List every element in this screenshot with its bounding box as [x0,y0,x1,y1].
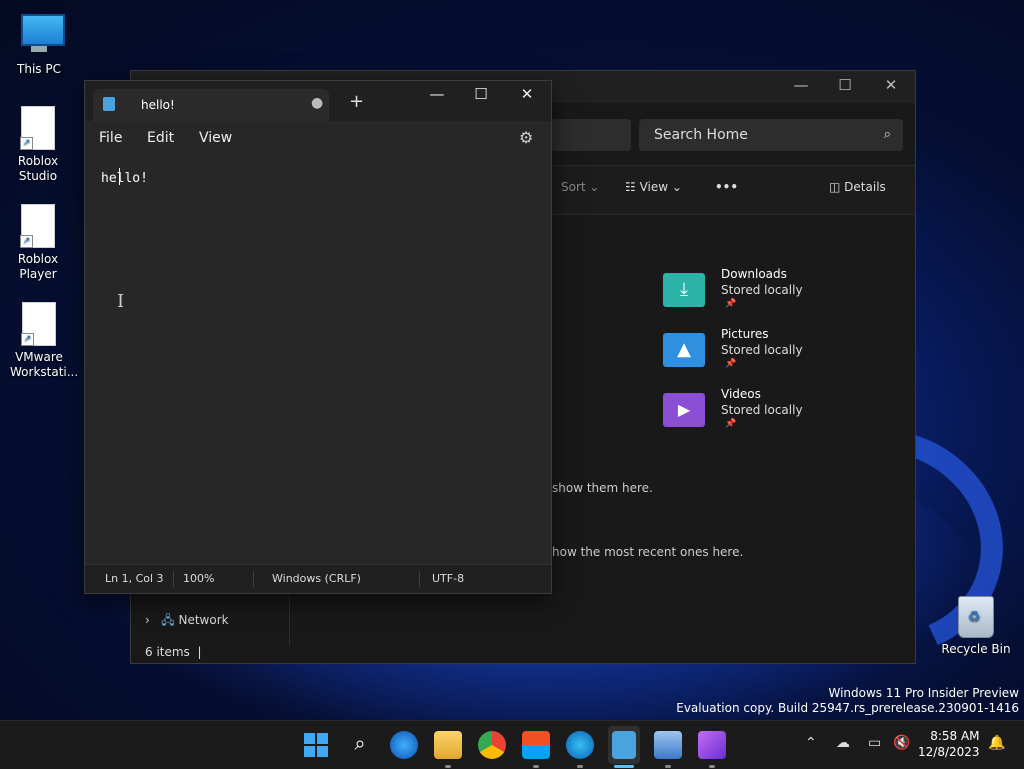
pin-icon: 📌 [725,419,737,429]
sort-button[interactable]: Sort ⌄ [561,180,599,194]
network-icon[interactable]: ▭ [868,735,881,751]
clock[interactable]: 8:58 AM 12/8/2023 [918,728,980,760]
details-pane-icon: ◫ [829,180,841,194]
desktop-icon-recycle-bin[interactable]: ♻ Recycle Bin [940,596,1012,656]
desktop-icon-vmware[interactable]: ↗ VMware Workstati... [0,302,78,380]
notepad-icon [103,97,115,111]
watermark-line2: Evaluation copy. Build 25947.rs_prerelea… [676,701,1019,715]
status-position: Ln 1, Col 3 [105,572,164,585]
edge-beta-icon[interactable] [390,731,418,759]
recent-hint: how the most recent ones here. [552,545,744,559]
network-icon: 🖧 [161,613,175,627]
status-item-count: 6 items | [145,645,202,659]
desktop-icon-roblox-player[interactable]: ↗ Roblox Player [0,204,76,282]
notepad-statusbar: Ln 1, Col 3 100% Windows (CRLF) UTF-8 [85,564,551,593]
onedrive-off-icon[interactable]: ☁ [836,735,850,751]
details-button[interactable]: ◫ Details [829,180,886,194]
store-icon[interactable] [522,731,550,759]
photos-icon[interactable] [654,731,682,759]
unsaved-dot-icon[interactable]: ● [311,95,323,111]
menu-file[interactable]: File [99,130,122,146]
close-icon[interactable]: ✕ [871,76,911,94]
desktop-icon-label: Roblox Studio [17,154,59,183]
settings-gear-icon[interactable]: ⚙ [519,128,533,147]
file-explorer-icon[interactable] [434,731,462,759]
start-button[interactable] [302,731,330,759]
maximize-icon[interactable]: ☐ [459,85,503,103]
search-icon[interactable]: ⌕ [346,731,374,759]
watermark-line1: Windows 11 Pro Insider Preview [828,686,1019,700]
status-line-ending[interactable]: Windows (CRLF) [272,572,361,585]
edge-icon[interactable] [566,731,594,759]
desktop-icon-roblox-studio[interactable]: ↗ Roblox Studio [0,106,76,184]
quick-access-downloads[interactable]: ⤓ Downloads Stored locally 📌 [663,267,843,317]
desktop-icon-this-pc[interactable]: This PC [1,10,77,77]
notepad-titlebar[interactable]: hello! ● + — ☐ ✕ [85,81,551,121]
address-bar[interactable] [551,119,631,151]
notepad-taskbar-icon[interactable] [612,731,636,759]
status-divider [253,571,254,587]
file-shortcut-icon: ↗ [20,106,56,150]
chevron-right-icon: › [145,613,150,627]
chrome-icon[interactable] [478,731,506,759]
desktop-icon-label: This PC [17,62,61,76]
notepad-window[interactable]: hello! ● + — ☐ ✕ File Edit View ⚙ hello!… [84,80,552,594]
menu-view[interactable]: View [199,130,232,146]
nav-item-network[interactable]: › 🖧 Network [145,611,229,632]
view-button[interactable]: ☷ View ⌄ [625,180,682,194]
taskbar: ⌕ ⌃ ☁ ▭ 🔇 8:58 AM 12/8/2023 🔔 [0,720,1024,769]
file-shortcut-icon: ↗ [20,204,56,248]
notepad-menubar: File Edit View ⚙ [85,121,551,155]
tab-hello[interactable]: hello! ● [93,89,329,121]
desktop-icon-label: VMware Workstati... [10,350,79,379]
search-input[interactable]: Search Home ⌕ [639,119,903,151]
search-placeholder: Search Home [654,127,748,143]
pictures-folder-icon: ▲ [663,333,705,367]
desktop-icon-label: Roblox Player [17,252,59,281]
volume-muted-icon[interactable]: 🔇 [893,735,910,751]
chevron-up-icon[interactable]: ⌃ [805,735,817,751]
monitor-icon [21,14,65,58]
editor-text: hello! [101,171,148,186]
pin-icon: 📌 [725,359,737,369]
clipchamp-icon[interactable] [698,731,726,759]
new-tab-button[interactable]: + [349,91,364,112]
view-icon: ☷ [625,180,636,194]
file-shortcut-icon: ↗ [21,302,57,346]
status-encoding[interactable]: UTF-8 [432,572,464,585]
pin-icon: 📌 [725,299,737,309]
status-zoom[interactable]: 100% [183,572,214,585]
notepad-editor[interactable]: hello! I [85,155,551,565]
status-divider [419,571,420,587]
minimize-icon[interactable]: — [781,76,821,94]
text-caret [119,168,120,185]
minimize-icon[interactable]: — [415,85,459,103]
videos-folder-icon: ▶ [663,393,705,427]
quick-access-videos[interactable]: ▶ Videos Stored locally 📌 [663,387,843,437]
quick-access-pictures[interactable]: ▲ Pictures Stored locally 📌 [663,327,843,377]
maximize-icon[interactable]: ☐ [825,76,865,94]
recycle-bin-icon: ♻ [958,596,994,638]
favorites-hint: show them here. [552,481,653,495]
more-options-button[interactable]: ••• [715,180,738,194]
downloads-folder-icon: ⤓ [663,273,705,307]
search-icon: ⌕ [883,127,891,142]
status-divider [173,571,174,587]
menu-edit[interactable]: Edit [147,130,174,146]
ibeam-cursor-icon: I [117,291,125,312]
close-icon[interactable]: ✕ [505,85,549,103]
notification-bell-icon[interactable]: 🔔 [988,735,1005,751]
